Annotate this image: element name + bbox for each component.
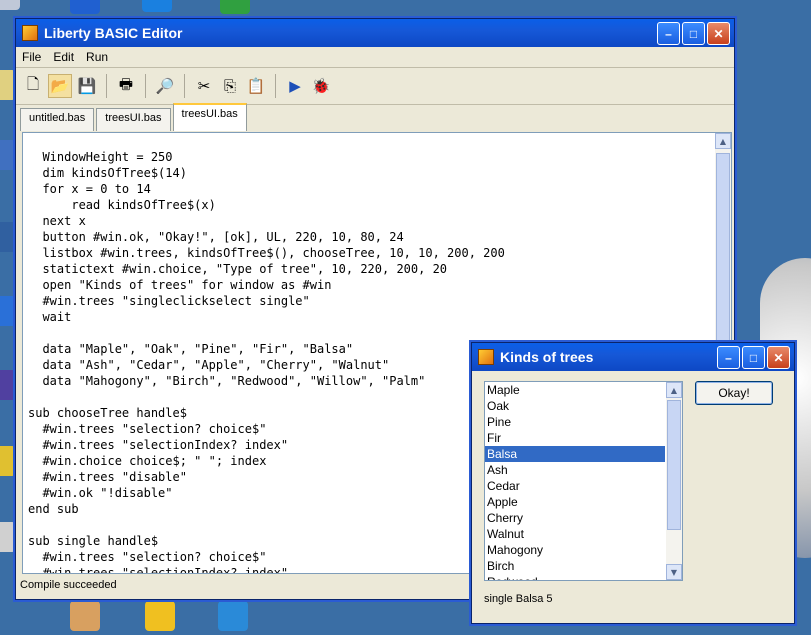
- list-item[interactable]: Pine: [485, 414, 665, 430]
- maximize-button[interactable]: □: [682, 22, 705, 45]
- desktop-icon[interactable]: [0, 0, 20, 10]
- trees-window: Kinds of trees – □ ✕ Maple Oak Pine Fir Bals…: [471, 342, 795, 624]
- toolbar-separator: [184, 74, 185, 98]
- listbox-scrollbar[interactable]: ▲ ▼: [666, 382, 682, 580]
- list-item[interactable]: Fir: [485, 430, 665, 446]
- list-item[interactable]: Ash: [485, 462, 665, 478]
- desktop-icon[interactable]: [0, 446, 16, 476]
- app-icon: [478, 349, 494, 365]
- desktop-icon[interactable]: [220, 0, 250, 14]
- tab-treesui-2[interactable]: treesUI.bas: [172, 103, 247, 131]
- list-item[interactable]: Apple: [485, 494, 665, 510]
- toolbar-separator: [145, 74, 146, 98]
- run-icon[interactable]: ▶: [284, 75, 306, 97]
- tab-treesui-1[interactable]: treesUI.bas: [96, 108, 171, 131]
- menu-run[interactable]: Run: [86, 50, 108, 64]
- menu-file[interactable]: File: [22, 50, 41, 64]
- trees-listbox[interactable]: Maple Oak Pine Fir Balsa Ash Cedar Apple Cherry W…: [484, 381, 683, 581]
- listbox-items: Maple Oak Pine Fir Balsa Ash Cedar Apple Cherry W…: [485, 382, 682, 580]
- maximize-button[interactable]: □: [742, 346, 765, 369]
- trees-title-bar[interactable]: Kinds of trees – □ ✕: [472, 343, 794, 371]
- list-item[interactable]: Cedar: [485, 478, 665, 494]
- toolbar-separator: [275, 74, 276, 98]
- list-item[interactable]: Maple: [485, 382, 665, 398]
- print-icon[interactable]: 🖶: [115, 75, 137, 97]
- debug-icon[interactable]: 🐞: [310, 75, 332, 97]
- toolbar-separator: [106, 74, 107, 98]
- save-icon[interactable]: 💾: [76, 75, 98, 97]
- list-item[interactable]: Balsa: [485, 446, 665, 462]
- new-icon[interactable]: 🗋: [22, 75, 44, 97]
- cut-icon[interactable]: ✂: [193, 75, 215, 97]
- desktop-icon[interactable]: [0, 140, 16, 170]
- minimize-button[interactable]: –: [657, 22, 680, 45]
- close-button[interactable]: ✕: [767, 346, 790, 369]
- list-item[interactable]: Cherry: [485, 510, 665, 526]
- app-icon: [22, 25, 38, 41]
- desktop-icon[interactable]: [142, 0, 172, 12]
- editor-title-bar[interactable]: Liberty BASIC Editor – □ ✕: [16, 19, 734, 47]
- minimize-button[interactable]: –: [717, 346, 740, 369]
- choice-text: single Balsa 5: [484, 593, 553, 605]
- list-item[interactable]: Birch: [485, 558, 665, 574]
- desktop-icon[interactable]: [70, 601, 100, 631]
- list-item[interactable]: Redwood: [485, 574, 665, 580]
- okay-button[interactable]: Okay!: [695, 381, 773, 405]
- menu-bar: File Edit Run: [16, 47, 734, 68]
- trees-title: Kinds of trees: [500, 349, 594, 365]
- desktop-icon[interactable]: [218, 601, 248, 631]
- desktop-icon[interactable]: [0, 522, 16, 552]
- close-button[interactable]: ✕: [707, 22, 730, 45]
- paste-icon[interactable]: 📋: [245, 75, 267, 97]
- desktop-icon[interactable]: [145, 601, 175, 631]
- tab-untitled[interactable]: untitled.bas: [20, 108, 95, 131]
- copy-icon[interactable]: ⎘: [219, 75, 241, 97]
- scroll-down-icon[interactable]: ▼: [666, 564, 682, 580]
- list-item[interactable]: Oak: [485, 398, 665, 414]
- status-bar: Compile succeeded: [20, 579, 117, 591]
- list-item[interactable]: Mahogony: [485, 542, 665, 558]
- editor-title: Liberty BASIC Editor: [44, 25, 183, 41]
- list-item[interactable]: Walnut: [485, 526, 665, 542]
- toolbar: 🗋 📂 💾 🖶 🔎 ✂ ⎘ 📋 ▶ 🐞: [16, 68, 734, 105]
- desktop-icon[interactable]: [0, 70, 16, 100]
- scroll-up-icon[interactable]: ▲: [666, 382, 682, 398]
- desktop-icon[interactable]: [0, 222, 16, 252]
- menu-edit[interactable]: Edit: [53, 50, 74, 64]
- find-icon[interactable]: 🔎: [154, 75, 176, 97]
- open-icon[interactable]: 📂: [48, 74, 72, 98]
- scroll-thumb[interactable]: [667, 400, 681, 530]
- desktop-icon[interactable]: [0, 370, 16, 400]
- tab-strip: untitled.bas treesUI.bas treesUI.bas: [16, 103, 734, 131]
- scroll-up-icon[interactable]: ▲: [715, 133, 731, 149]
- desktop-icon[interactable]: [0, 296, 16, 326]
- desktop-icon[interactable]: [70, 0, 100, 14]
